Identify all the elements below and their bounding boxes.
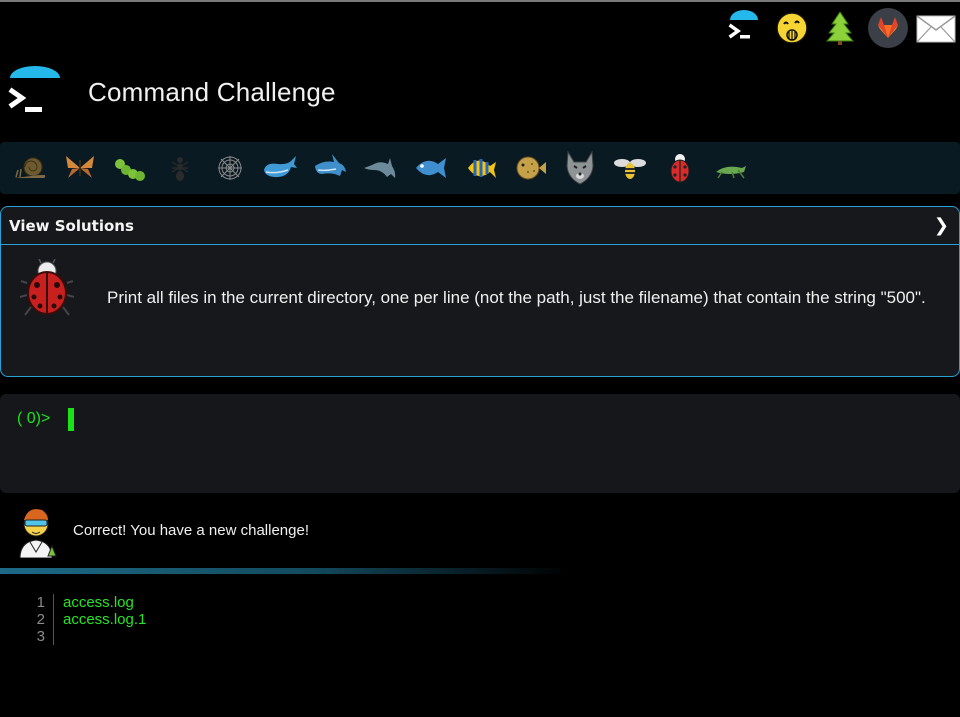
output-line: 1 access.log — [30, 594, 146, 611]
bee-icon[interactable] — [605, 146, 655, 190]
feedback-row: Correct! You have a new challenge! — [14, 502, 309, 559]
butterfly-icon[interactable] — [55, 146, 105, 190]
command-output: 1 access.log 2 access.log.1 3 — [30, 594, 146, 645]
view-solutions-toggle[interactable]: View Solutions ❯ — [1, 207, 959, 245]
terminal-prompt: ( 0)> — [17, 410, 51, 427]
line-number: 1 — [30, 594, 54, 611]
output-divider — [0, 568, 570, 574]
blowfish-icon[interactable] — [505, 146, 555, 190]
tropical-fish-icon[interactable] — [455, 146, 505, 190]
chevron-right-icon: ❯ — [933, 215, 949, 236]
snail-icon[interactable] — [5, 146, 55, 190]
tree-icon[interactable] — [816, 6, 864, 50]
spider-web-icon[interactable] — [205, 146, 255, 190]
page-title: Command Challenge — [88, 76, 336, 107]
whale-icon[interactable] — [255, 146, 305, 190]
line-number: 2 — [30, 611, 54, 628]
terminal-link-icon[interactable] — [720, 6, 768, 50]
output-text: access.log.1 — [63, 611, 147, 628]
challenge-body: Print all files in the current directory… — [1, 245, 959, 375]
app-header: Command Challenge — [8, 66, 336, 118]
cricket-icon[interactable] — [705, 146, 755, 190]
ant-icon[interactable] — [155, 146, 205, 190]
feedback-message: Correct! You have a new challenge! — [73, 521, 309, 539]
ladybug-icon — [19, 258, 75, 319]
challenge-description: Print all files in the current directory… — [107, 288, 926, 307]
ladybug-icon[interactable] — [655, 146, 705, 190]
fish-icon[interactable] — [405, 146, 455, 190]
caterpillar-icon[interactable] — [105, 146, 155, 190]
mail-icon[interactable] — [912, 6, 960, 50]
output-text: access.log — [63, 594, 134, 611]
dolphin-icon[interactable] — [355, 146, 405, 190]
output-line: 2 access.log.1 — [30, 611, 146, 628]
shush-emoji-icon[interactable] — [768, 6, 816, 50]
scientist-avatar-icon — [14, 502, 62, 559]
shark-icon[interactable] — [305, 146, 355, 190]
gitlab-icon[interactable] — [864, 6, 912, 50]
top-icon-bar — [720, 6, 960, 50]
terminal-input-area[interactable]: ( 0)> — [0, 394, 960, 493]
wolf-icon[interactable] — [555, 146, 605, 190]
terminal-cursor — [68, 408, 74, 431]
line-number: 3 — [30, 628, 54, 645]
level-bar — [0, 142, 960, 194]
terminal-logo-icon[interactable] — [8, 66, 62, 118]
view-solutions-label: View Solutions — [9, 216, 134, 235]
challenge-panel: View Solutions ❯ Print all files in the … — [0, 206, 960, 377]
output-line: 3 — [30, 628, 146, 645]
